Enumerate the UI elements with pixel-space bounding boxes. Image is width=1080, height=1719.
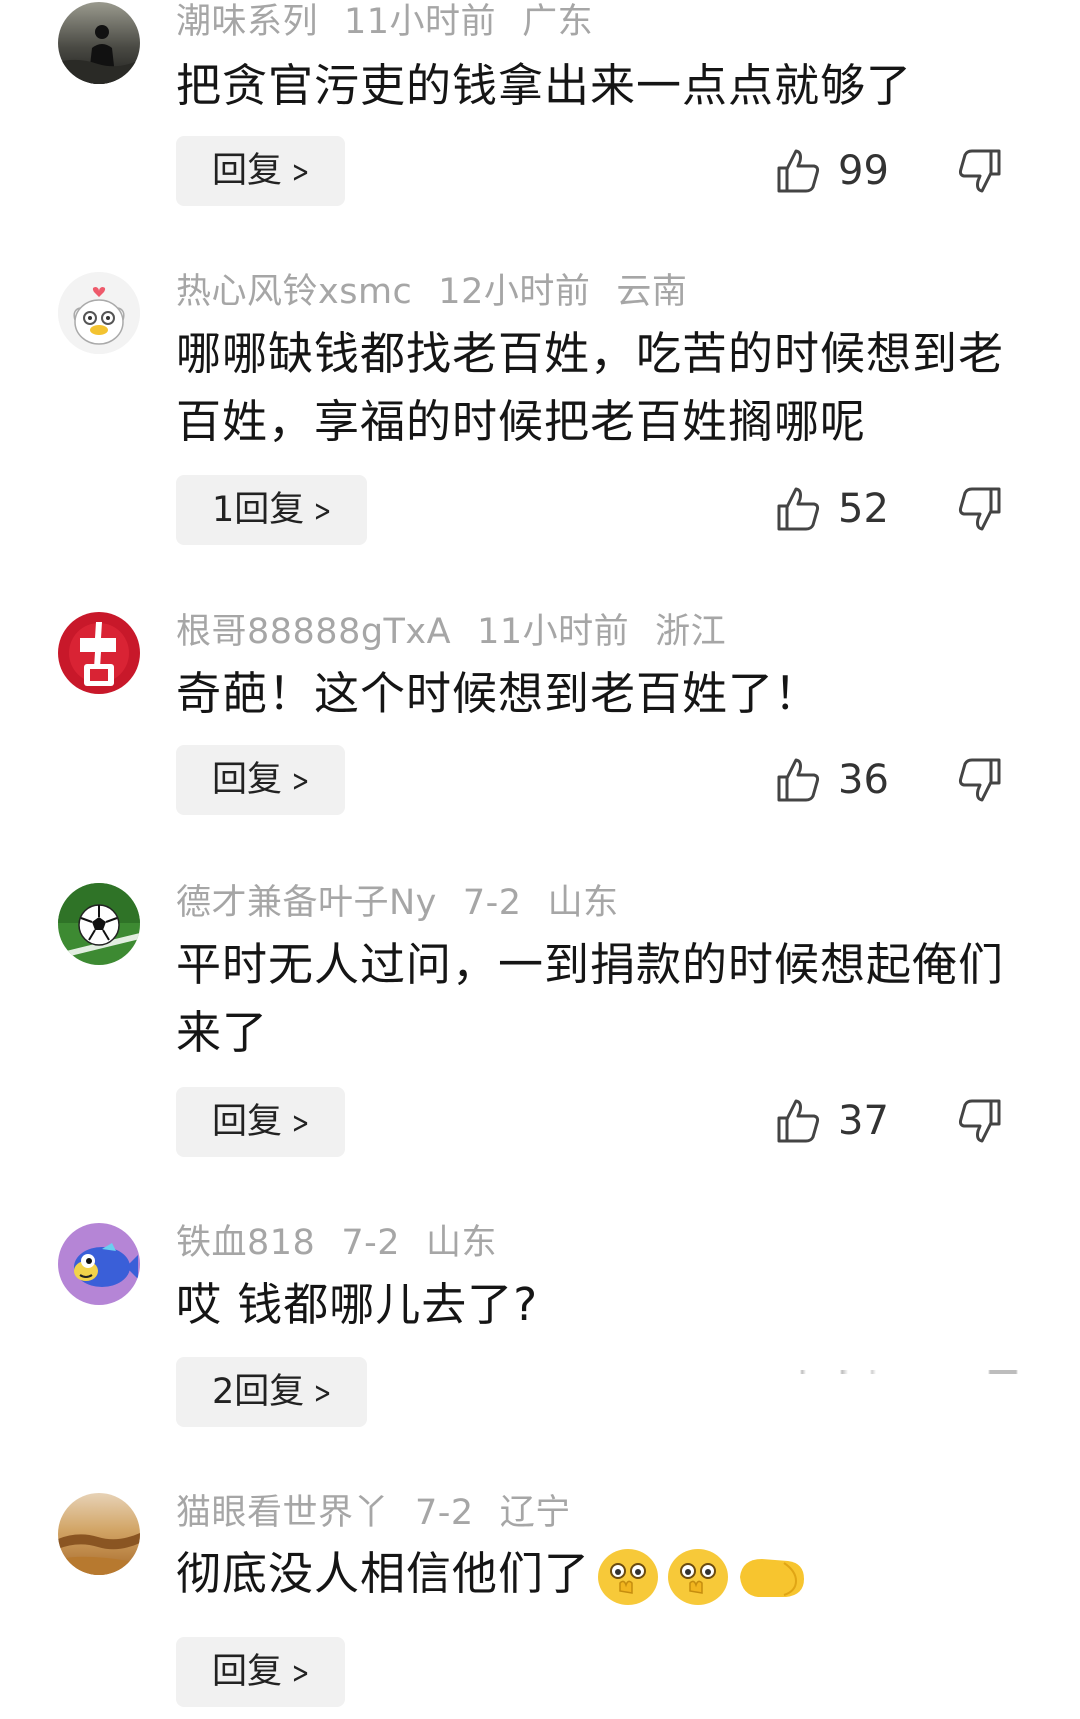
like-button[interactable]: 37 (776, 1096, 889, 1146)
comment-meta: 猫眼看世界丫 7-2 辽宁 (176, 1493, 597, 1533)
like-button[interactable]: 36 (776, 755, 889, 805)
thumbs-down-icon[interactable] (958, 1098, 1002, 1144)
comment-meta: 铁血818 7-2 山东 (176, 1223, 523, 1263)
cartoon-fish-avatar-icon (58, 1223, 140, 1305)
comment-text: 哎 钱都哪儿去了? (176, 1278, 539, 1331)
like-count: 99 (838, 148, 889, 194)
chevron-right-icon: > (291, 1106, 310, 1141)
like-count: 52 (838, 486, 889, 532)
username[interactable]: 猫眼看世界丫 (176, 1493, 389, 1533)
comment-meta: 热心风铃xsmc 12小时前 云南 (176, 272, 713, 312)
location: 山东 (547, 883, 619, 923)
obscured-like-row (800, 1370, 1020, 1374)
like-count: 37 (838, 1098, 889, 1144)
thumbs-down-icon[interactable] (958, 486, 1002, 532)
username[interactable]: 热心风铃xsmc (176, 272, 412, 312)
red-zhongguo-avatar-icon (58, 612, 140, 694)
silhouette-avatar-icon (58, 2, 140, 84)
username[interactable]: 潮味系列 (176, 2, 318, 42)
comment-text: 彻底没人相信他们了 (176, 1540, 1076, 1608)
username[interactable]: 根哥88888gTxA (176, 612, 451, 652)
chevron-right-icon: > (291, 764, 310, 799)
timestamp: 7-2 (462, 883, 522, 923)
shy-face-emoji-icon (598, 1549, 659, 1605)
thumbs-down-icon[interactable] (958, 148, 1002, 194)
like-count: 36 (838, 757, 889, 803)
comment-text-content: 彻底没人相信他们了 (176, 1547, 591, 1600)
timestamp: 11小时前 (344, 2, 497, 42)
chevron-right-icon: > (291, 155, 310, 190)
comment-text: 平时无人过问，一到捐款的时候想起俺们来了 (176, 938, 1005, 1059)
avatar[interactable] (58, 883, 140, 965)
reply-label: 回复 (212, 1102, 283, 1142)
reply-button[interactable]: 回复 > (176, 136, 346, 206)
comment-text: 奇葩！这个时候想到老百姓了！ (176, 667, 821, 720)
reply-button[interactable]: 回复 > (176, 1087, 346, 1157)
avatar[interactable] (58, 1493, 140, 1575)
great-wall-avatar-icon (58, 1493, 140, 1575)
shy-face-emoji-icon (668, 1549, 729, 1605)
chevron-right-icon: > (314, 494, 332, 529)
location: 浙江 (655, 612, 727, 652)
avatar[interactable] (58, 272, 140, 354)
location: 山东 (425, 1223, 497, 1263)
reply-label: 1回复 (212, 490, 305, 530)
reply-button[interactable]: 2回复 > (176, 1357, 368, 1427)
reply-label: 回复 (212, 151, 283, 191)
comment-meta: 德才兼备叶子Ny 7-2 山东 (176, 883, 645, 923)
comment-meta: 根哥88888gTxA 11小时前 浙江 (176, 612, 752, 652)
timestamp: 12小时前 (438, 272, 591, 312)
username[interactable]: 德才兼备叶子Ny (176, 883, 437, 923)
reply-label: 回复 (212, 760, 283, 800)
comment-text: 哪哪缺钱都找老百姓，吃苦的时候想到老百姓，享福的时候把老百姓搁哪呢 (176, 327, 1005, 448)
reply-label: 回复 (212, 1652, 283, 1692)
reply-button[interactable]: 回复 > (176, 1637, 346, 1707)
location: 辽宁 (499, 1493, 571, 1533)
chevron-right-icon: > (314, 1376, 332, 1411)
soccer-ball-avatar-icon (58, 883, 140, 965)
location: 广东 (522, 2, 594, 42)
reply-label: 2回复 (212, 1372, 305, 1412)
comment-meta: 潮味系列 11小时前 广东 (176, 2, 619, 42)
thumbs-up-icon (777, 758, 820, 802)
like-button[interactable]: 52 (776, 484, 889, 534)
avatar[interactable] (58, 1223, 140, 1305)
reply-button[interactable]: 1回复 > (176, 475, 368, 545)
thumbs-up-icon (777, 487, 820, 531)
timestamp: 7-2 (415, 1493, 474, 1533)
chevron-right-icon: > (291, 1656, 310, 1691)
thumbs-down-icon[interactable] (958, 757, 1002, 803)
avatar[interactable] (58, 612, 140, 694)
cartoon-duck-avatar-icon (58, 272, 140, 354)
reply-button[interactable]: 回复 > (176, 745, 346, 815)
location: 云南 (616, 272, 688, 312)
fist-bump-emoji-icon (740, 1559, 805, 1597)
comment-text: 把贪官污吏的钱拿出来一点点就够了 (176, 59, 913, 112)
timestamp: 7-2 (341, 1223, 400, 1263)
thumbs-up-icon (777, 1099, 820, 1143)
avatar[interactable] (58, 2, 140, 84)
thumbs-up-icon (777, 149, 820, 193)
username[interactable]: 铁血818 (176, 1223, 315, 1263)
like-button[interactable]: 99 (776, 146, 889, 196)
timestamp: 11小时前 (477, 612, 630, 652)
